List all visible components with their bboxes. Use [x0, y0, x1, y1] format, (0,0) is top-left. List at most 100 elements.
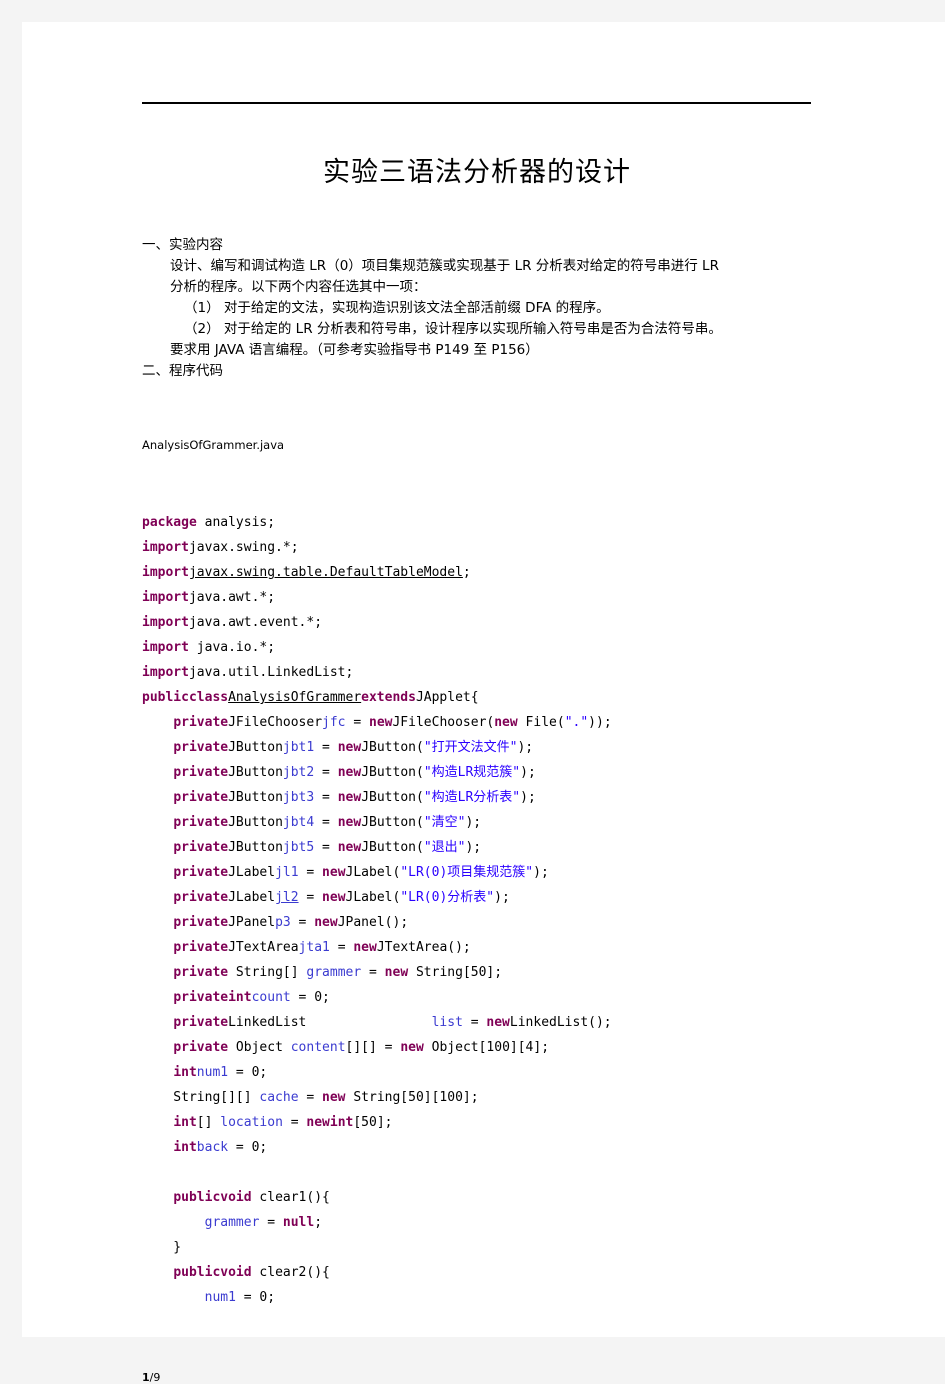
footer-total-pages: 9 — [153, 1371, 161, 1384]
code-token: JButton — [228, 790, 283, 805]
code-token: String[50][100]; — [345, 1090, 479, 1105]
code-token: "打开文法文件" — [423, 740, 518, 755]
section-line: 要求用 JAVA 语言编程。（可参考实验指导书 P149 至 P156） — [170, 342, 539, 358]
code-token: num1 — [196, 1065, 229, 1080]
code-token: private — [173, 840, 229, 855]
code-token: "构造LR分析表" — [423, 790, 521, 805]
code-token: new — [337, 815, 362, 830]
section-experiment-content: 一、实验内容 设计、编写和调试构造 LR（0）项目集规范簇或实现基于 LR 分析… — [142, 235, 832, 361]
code-token: publicclass — [142, 690, 229, 705]
code-token: new — [353, 940, 377, 955]
code-line: import java.io.*; — [142, 635, 832, 660]
code-line: privateJFileChooserjfc = newJFileChooser… — [142, 710, 832, 735]
code-token: AnalysisOfGrammer — [228, 690, 362, 705]
section-line: 分析的程序。以下两个内容任选其中一项： — [170, 279, 427, 295]
code-token: back — [196, 1140, 229, 1155]
code-line: intnum1 = 0; — [142, 1060, 832, 1085]
code-token: ); — [465, 840, 482, 855]
code-filename: AnalysisOfGrammer.java — [142, 438, 285, 452]
code-token: ); — [533, 865, 549, 880]
code-token: new — [322, 1090, 346, 1105]
code-token: private — [173, 915, 229, 930]
section-program-code: 二、程序代码 — [142, 361, 832, 382]
code-line: privateJButtonjbt4 = newJButton("清空"); — [142, 810, 832, 835]
code-token: } — [142, 1240, 182, 1255]
page-content: 实验三语法分析器的设计 一、实验内容 设计、编写和调试构造 LR（0）项目集规范… — [142, 102, 832, 1384]
code-line: privateJButtonjbt1 = newJButton("打开文法文件"… — [142, 735, 832, 760]
code-line: privateJLabeljl1 = newJLabel("LR(0)项目集规范… — [142, 860, 832, 885]
code-token: int — [173, 1115, 197, 1130]
code-token: java.util.LinkedList; — [188, 665, 354, 680]
code-token: grammer — [306, 965, 362, 980]
code-token: String[] — [228, 965, 307, 980]
code-token: jbt5 — [282, 840, 315, 855]
code-token: new — [400, 1040, 424, 1055]
code-token: jbt2 — [282, 765, 315, 780]
code-token: = — [329, 940, 354, 955]
section-heading: 一、实验内容 — [142, 237, 223, 253]
code-token: LinkedList(); — [509, 1015, 612, 1030]
code-token: "." — [564, 715, 589, 730]
code-token: ); — [517, 740, 534, 755]
code-token: JLabel — [228, 890, 276, 905]
code-line: importjavax.swing.table.DefaultTableMode… — [142, 560, 832, 585]
code-token: ); — [520, 765, 536, 780]
code-token: JApplet{ — [415, 690, 479, 705]
code-token: = 0; — [235, 1290, 276, 1305]
code-token: null — [282, 1215, 315, 1230]
page-title: 实验三语法分析器的设计 — [323, 157, 631, 188]
code-token: new — [322, 865, 346, 880]
code-token: private — [173, 740, 229, 755]
code-token: "LR(0)项目集规范簇" — [400, 865, 534, 880]
code-token: new — [314, 915, 338, 930]
code-token: cache — [259, 1090, 299, 1105]
code-token: p3 — [275, 915, 291, 930]
code-token: String[50]; — [408, 965, 503, 980]
code-token: new — [322, 890, 346, 905]
code-token: [][] = — [345, 1040, 401, 1055]
code-line: privateJLabeljl2 = newJLabel("LR(0)分析表")… — [142, 885, 832, 910]
code-line: private String[] grammer = new String[50… — [142, 960, 832, 985]
section-body: 设计、编写和调试构造 LR（0）项目集规范簇或实现基于 LR 分析表对给定的符号… — [142, 256, 832, 361]
code-token: private — [173, 815, 229, 830]
code-token: new — [337, 840, 362, 855]
code-line: private Object content[][] = new Object[… — [142, 1035, 832, 1060]
code-token: jfc — [322, 715, 346, 730]
code-token: java.awt.event.*; — [188, 615, 323, 630]
code-token: JButton( — [361, 765, 424, 780]
code-token: LinkedList — [228, 1015, 432, 1030]
code-line: importjavax.swing.*; — [142, 535, 832, 560]
code-token: = — [314, 790, 338, 805]
code-token: import — [142, 615, 189, 630]
code-token: ); — [520, 790, 536, 805]
page-footer: 1/9 — [142, 1371, 832, 1384]
code-token: JPanel — [228, 915, 276, 930]
code-token: [] — [196, 1115, 221, 1130]
code-token: JFileChooser — [228, 715, 323, 730]
code-token: publicvoid — [173, 1265, 252, 1280]
code-line: publicvoid clear2(){ — [142, 1260, 832, 1285]
code-token: JButton( — [361, 815, 424, 830]
code-token: jbt4 — [282, 815, 315, 830]
code-token: = — [345, 715, 369, 730]
code-token: new — [494, 715, 518, 730]
code-token: java.awt.*; — [188, 590, 276, 605]
code-line: intback = 0; — [142, 1135, 832, 1160]
code-line: importjava.util.LinkedList; — [142, 660, 832, 685]
code-token: location — [220, 1115, 283, 1130]
code-token: JButton — [228, 740, 283, 755]
code-token: newint — [306, 1115, 354, 1130]
code-token: JLabel — [228, 865, 276, 880]
code-token: new — [369, 715, 393, 730]
